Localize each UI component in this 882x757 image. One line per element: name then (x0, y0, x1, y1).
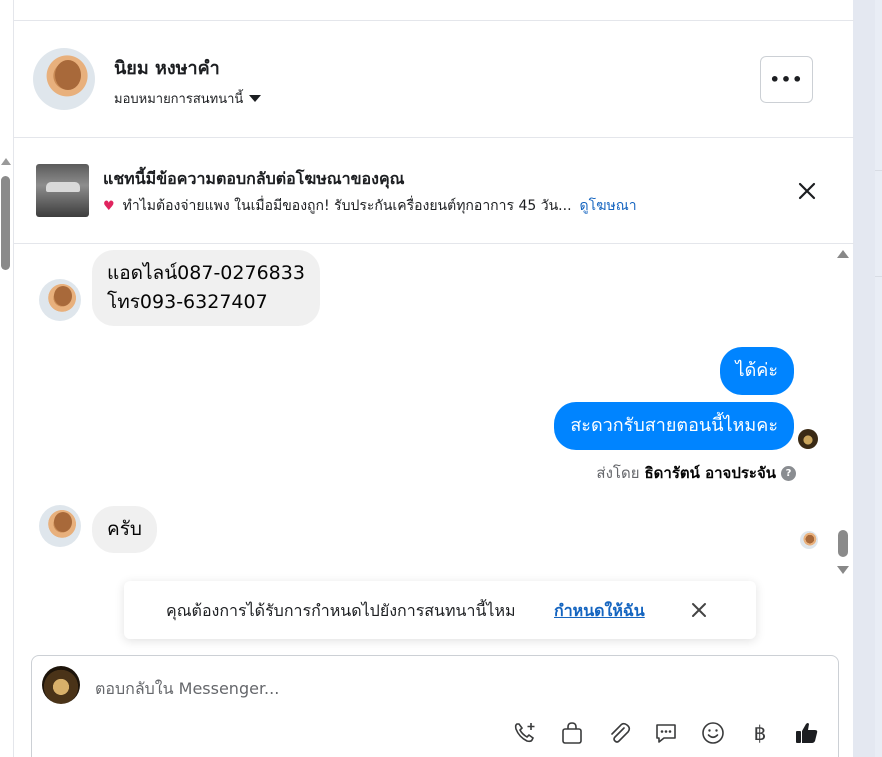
caret-down-icon (249, 95, 262, 102)
gutter-divider (875, 170, 882, 171)
view-ad-link[interactable]: ดูโฆษณา (580, 195, 637, 217)
ad-thumbnail[interactable] (36, 164, 89, 217)
more-options-button[interactable]: ••• (760, 56, 813, 103)
outgoing-message[interactable]: สะดวกรับสายตอนนี้ไหมคะ (554, 402, 794, 450)
heart-icon: ♥ (103, 198, 115, 214)
conversation-header: นิยม หงษาคำ มอบหมายการสนทนานี้ ••• (14, 22, 854, 138)
scrollbar-thumb[interactable] (1, 176, 10, 270)
composer-toolbar: ฿ (510, 718, 822, 748)
thread-scrollbar[interactable] (836, 250, 850, 576)
ad-banner-title: แชทนี้มีข้อความตอบกลับต่อโฆษณาของคุณ (103, 169, 405, 188)
attachment-icon[interactable] (604, 718, 634, 748)
right-gutter (853, 0, 882, 757)
reply-input[interactable]: ตอบกลับใน Messenger... (95, 677, 279, 702)
gutter-divider (875, 276, 882, 277)
ad-description: ทำไมต้องจ่ายแพง ในเมื่อมีของถูก! รับประก… (122, 198, 572, 214)
read-receipt-avatar (800, 531, 818, 549)
top-bar (14, 0, 854, 21)
scroll-down-arrow[interactable] (837, 566, 849, 574)
scroll-up-arrow[interactable] (837, 250, 849, 258)
assign-prompt: คุณต้องการได้รับการกำหนดไปยังการสนทนานี้… (124, 581, 756, 639)
emoji-icon[interactable] (698, 718, 728, 748)
assign-to-me-link[interactable]: กำหนดให้ฉัน (554, 599, 645, 624)
ad-banner-subtitle: ♥ ทำไมต้องจ่ายแพง ในเมื่อมีของถูก! รับปร… (103, 195, 637, 217)
saved-replies-icon[interactable] (651, 718, 681, 748)
svg-text:฿: ฿ (754, 721, 767, 745)
assign-prompt-text: คุณต้องการได้รับการกำหนดไปยังการสนทนานี้… (166, 601, 516, 620)
contact-avatar-small (39, 505, 81, 547)
sent-by-prefix: ส่งโดย (596, 464, 640, 482)
payment-icon[interactable]: ฿ (745, 718, 775, 748)
contact-name[interactable]: นิยม หงษาคำ (114, 53, 220, 82)
ad-reply-banner: แชทนี้มีข้อความตอบกลับต่อโฆษณาของคุณ ♥ ท… (14, 138, 854, 244)
gutter-shade (853, 0, 875, 757)
outer-scrollbar[interactable] (0, 158, 12, 278)
help-icon[interactable]: ? (781, 465, 796, 481)
outgoing-message[interactable]: ได้ค่ะ (719, 347, 794, 395)
scroll-up-arrow[interactable] (1, 158, 11, 165)
scrollbar-thumb[interactable] (838, 530, 848, 557)
shopping-bag-icon[interactable] (557, 718, 587, 748)
close-icon[interactable] (689, 600, 709, 620)
thumbs-up-icon[interactable] (792, 718, 822, 748)
contact-avatar-small (39, 279, 81, 321)
sent-by-label: ส่งโดย ธิดารัตน์ อาจประจัน ? (596, 461, 796, 485)
call-icon[interactable] (510, 718, 540, 748)
assign-conversation-dropdown[interactable]: มอบหมายการสนทนานี้ (114, 88, 262, 109)
conversation-panel: นิยม หงษาคำ มอบหมายการสนทนานี้ ••• แชทนี… (13, 0, 854, 757)
page-avatar-small (798, 429, 818, 449)
sender-name[interactable]: ธิดารัตน์ อาจประจัน (645, 461, 777, 485)
incoming-message[interactable]: ครับ (92, 506, 157, 553)
page-avatar (42, 666, 80, 704)
message-composer[interactable]: ตอบกลับใน Messenger... ฿ (31, 655, 839, 757)
contact-avatar[interactable] (33, 48, 95, 110)
message-thread: แอดไลน์087-0276833 โทร093-6327407 ได้ค่ะ… (14, 244, 854, 579)
messenger-inbox: นิยม หงษาคำ มอบหมายการสนทนานี้ ••• แชทนี… (0, 0, 882, 757)
close-icon[interactable] (794, 178, 820, 204)
assign-label: มอบหมายการสนทนานี้ (114, 92, 244, 107)
incoming-message[interactable]: แอดไลน์087-0276833 โทร093-6327407 (92, 250, 320, 326)
